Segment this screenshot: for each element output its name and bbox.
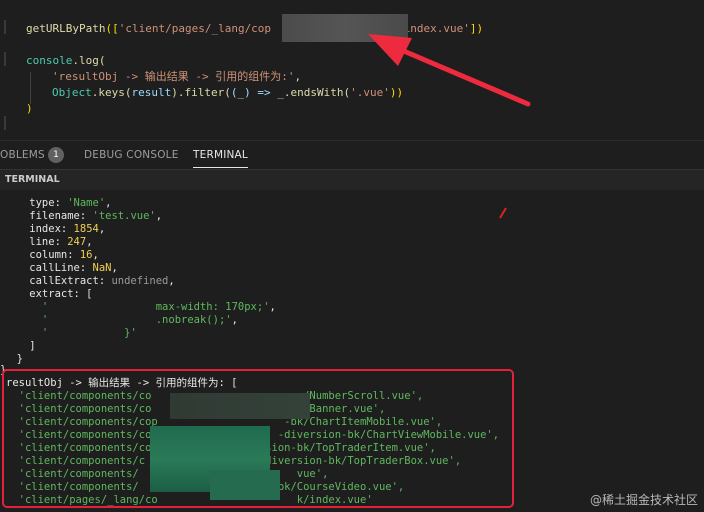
term-token: undefined <box>111 275 169 287</box>
term-token: NaN <box>92 262 112 274</box>
terminal-line: callExtract: undefined, <box>4 275 175 288</box>
term-token: , <box>231 314 238 326</box>
term-token: callLine: <box>4 262 93 274</box>
code-token: ]) <box>469 22 484 35</box>
terminal-line: ' max-width: 170px;', <box>4 301 276 314</box>
terminal-title: TERMINAL <box>5 174 60 185</box>
code-line-object-keys: Object.keys(result).filter((_) => _.ends… <box>52 85 403 101</box>
code-token: getURLByPath <box>26 22 106 35</box>
tab-problems[interactable]: OBLEMS <box>0 141 45 169</box>
indent-guide <box>30 72 31 104</box>
code-token: .log( <box>72 54 106 67</box>
term-token: filename: <box>4 210 93 222</box>
watermark: @稀土掘金技术社区 <box>589 493 698 507</box>
gutter-marker <box>4 52 6 66</box>
term-token: index: <box>4 223 74 235</box>
code-token: result <box>131 86 172 99</box>
code-token: )) <box>389 86 404 99</box>
code-token: Object <box>52 86 92 99</box>
terminal-line: ' }' <box>4 327 137 340</box>
code-token: .endsWith( <box>283 86 351 99</box>
term-token: type: <box>4 197 68 209</box>
term-token: , <box>155 210 163 222</box>
term-token: 16 <box>79 249 93 261</box>
problems-count-badge: 1 <box>48 147 64 163</box>
code-line-result-string: 'resultObj -> 输出结果 -> 引用的组件为:', <box>52 69 301 85</box>
term-token: 1854 <box>73 223 99 235</box>
gutter-marker <box>4 116 6 130</box>
term-token: ' <box>4 314 49 326</box>
code-token: '.vue' <box>350 86 390 99</box>
terminal-line: line: 247, <box>4 236 93 249</box>
code-line-getURLByPath: getURLByPath(['client/pages/_lang/cop/in… <box>26 21 483 37</box>
term-token: column: <box>4 249 80 261</box>
terminal-line: ] <box>4 340 36 352</box>
terminal-line: filename: 'test.vue', <box>4 210 162 223</box>
term-token: line: <box>4 236 68 248</box>
code-line-close-paren: ) <box>26 102 33 115</box>
tab-terminal[interactable]: TERMINAL <box>193 141 248 168</box>
term-token: ' <box>4 327 49 339</box>
code-token: 'client/pages/_lang/cop <box>118 22 272 35</box>
code-line-console-log: console.log( <box>26 53 105 69</box>
redaction-blur <box>282 14 408 42</box>
code-token: ).filter( <box>171 86 231 99</box>
term-token: , <box>168 275 175 287</box>
term-token: , <box>92 249 99 261</box>
term-token: , <box>105 197 112 209</box>
term-token: , <box>269 301 276 313</box>
panel-tabs: OBLEMS 1 DEBUG CONSOLE TERMINAL <box>0 140 704 169</box>
terminal-line: callLine: NaN, <box>4 262 118 275</box>
term-token: 'test.vue' <box>92 210 156 222</box>
term-token: 'Name' <box>67 197 106 209</box>
code-token: (_) => _ <box>230 86 284 99</box>
term-token: max-width: 170px;' <box>48 301 270 313</box>
highlight-box <box>2 369 514 508</box>
gutter-marker <box>4 20 6 34</box>
terminal-line: ' .nobreak();', <box>4 314 238 327</box>
code-token: 'resultObj -> 输出结果 -> 引用的组件为:' <box>52 70 295 83</box>
code-token: console <box>26 54 73 67</box>
term-token: 247 <box>67 236 87 248</box>
term-token: }' <box>48 327 137 339</box>
terminal-line: column: 16, <box>4 249 99 262</box>
term-token: , <box>86 236 93 248</box>
code-token: .keys( <box>91 86 132 99</box>
term-token: , <box>98 223 106 235</box>
terminal-line: extract: [ <box>4 288 93 300</box>
code-token: , <box>294 70 302 83</box>
terminal-header: TERMINAL <box>0 169 704 191</box>
tab-debug-console[interactable]: DEBUG CONSOLE <box>84 141 179 169</box>
term-token: , <box>111 262 118 274</box>
terminal-line: index: 1854, <box>4 223 105 236</box>
term-token: ' <box>4 301 49 313</box>
term-token: callExtract: <box>4 275 112 287</box>
term-token: .nobreak();' <box>48 314 232 326</box>
code-token: ([ <box>105 22 119 35</box>
terminal-line: } <box>4 353 23 365</box>
terminal-line: type: 'Name', <box>4 197 111 210</box>
